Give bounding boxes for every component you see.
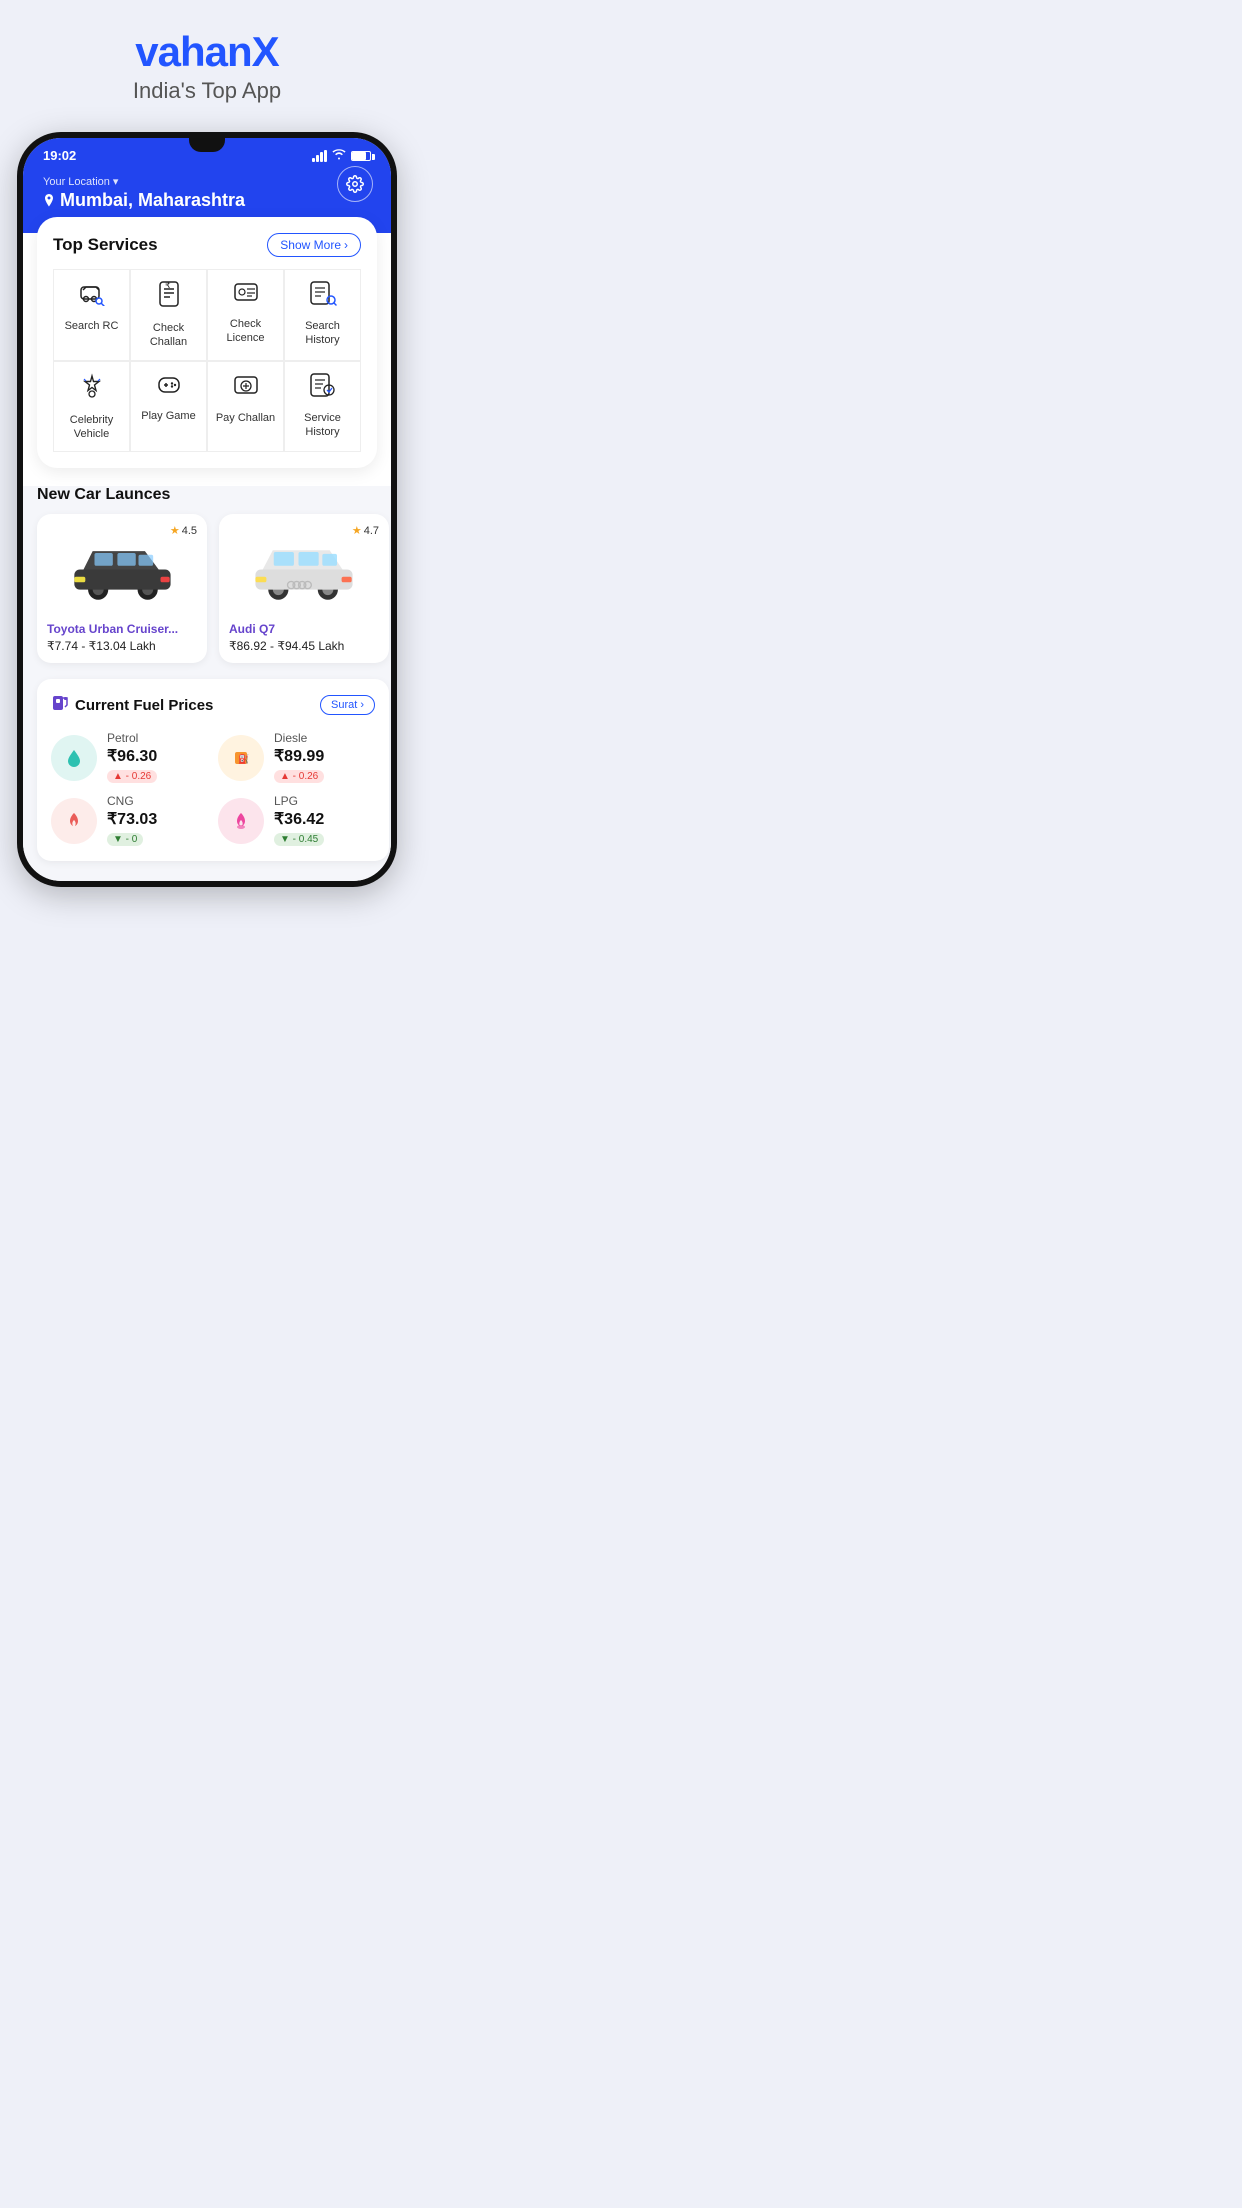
svg-text:₹: ₹	[165, 280, 171, 290]
service-label: Check Licence	[212, 317, 279, 346]
app-title: vahanX	[133, 28, 281, 76]
fuel-name: Petrol	[107, 731, 208, 745]
fuel-item-diesel: ⛽ Diesle ₹89.99 ▲ - 0.26	[218, 731, 375, 784]
fuel-price: ₹89.99	[274, 746, 375, 766]
fuel-price: ₹96.30	[107, 746, 208, 766]
celebrity-icon	[78, 372, 106, 407]
cars-grid: ★ 4.5	[37, 514, 389, 663]
service-item-play-game[interactable]: Play Game	[130, 361, 207, 453]
fuel-location-button[interactable]: Surat ›	[320, 695, 375, 715]
gear-button[interactable]	[337, 166, 373, 202]
signal-icon	[312, 150, 327, 162]
svg-text:⛽: ⛽	[238, 753, 249, 764]
fuel-name: Diesle	[274, 731, 375, 745]
main-content: New Car Launces ★ 4.5	[23, 486, 391, 881]
service-label: Celebrity Vehicle	[58, 413, 125, 442]
services-card: Top Services Show More › Search RC ₹ Che…	[37, 217, 377, 468]
cng-icon	[51, 798, 97, 844]
car-rating: ★ 4.5	[170, 524, 197, 537]
fuel-pump-icon	[51, 693, 69, 717]
star-icon: ★	[352, 524, 362, 537]
new-cars-title: New Car Launces	[37, 486, 389, 504]
diesel-icon: ⛽	[218, 735, 264, 781]
fuel-info-cng: CNG ₹73.03 ▼ - 0	[107, 794, 208, 847]
phone-screen: 19:02 Your Location ▾	[23, 138, 391, 881]
battery-icon	[351, 151, 371, 161]
car-rating: ★ 4.7	[352, 524, 379, 537]
app-subtitle: India's Top App	[133, 78, 281, 104]
fuel-price: ₹36.42	[274, 809, 375, 829]
service-label: Play Game	[141, 409, 195, 423]
wifi-icon	[332, 148, 346, 163]
pay-icon	[233, 372, 259, 405]
lpg-icon	[218, 798, 264, 844]
fuel-info-petrol: Petrol ₹96.30 ▲ - 0.26	[107, 731, 208, 784]
car-image	[67, 534, 177, 604]
fuel-grid: Petrol ₹96.30 ▲ - 0.26 ⛽ Diesle ₹89.99 ▲…	[51, 731, 375, 847]
status-time: 19:02	[43, 148, 76, 163]
car-image	[249, 534, 359, 604]
car-search-icon	[78, 280, 106, 313]
licence-icon	[233, 280, 259, 311]
search-history-icon	[309, 280, 337, 313]
fuel-item-cng: CNG ₹73.03 ▼ - 0	[51, 794, 208, 847]
services-title: Top Services	[53, 235, 158, 255]
fuel-item-lpg: LPG ₹36.42 ▼ - 0.45	[218, 794, 375, 847]
services-grid: Search RC ₹ Check Challan Check Licence …	[53, 269, 361, 452]
fuel-header: Current Fuel Prices Surat ›	[51, 693, 375, 717]
status-icons	[312, 148, 371, 163]
fuel-section: Current Fuel Prices Surat › Petrol ₹96.3…	[37, 679, 389, 861]
service-item-search-rc[interactable]: Search RC	[53, 269, 130, 361]
fuel-change: ▲ - 0.26	[274, 770, 324, 783]
car-price: ₹7.74 - ₹13.04 Lakh	[47, 639, 197, 653]
game-icon	[155, 372, 183, 403]
app-brand: vahanX India's Top App	[133, 0, 281, 114]
show-more-button[interactable]: Show More ›	[267, 233, 361, 257]
service-item-check-licence[interactable]: Check Licence	[207, 269, 284, 361]
petrol-icon	[51, 735, 97, 781]
car-card[interactable]: ★ 4.7	[219, 514, 389, 663]
fuel-name: LPG	[274, 794, 375, 808]
brand-name-blue: X	[252, 28, 279, 75]
car-card[interactable]: ★ 4.5	[37, 514, 207, 663]
service-label: Check Challan	[135, 321, 202, 350]
challan-icon: ₹	[157, 280, 181, 315]
location-city: Mumbai, Maharashtra	[43, 190, 371, 211]
service-label: Pay Challan	[216, 411, 275, 425]
services-header: Top Services Show More ›	[53, 233, 361, 257]
service-item-celebrity-vehicle[interactable]: Celebrity Vehicle	[53, 361, 130, 453]
fuel-change: ▼ - 0.45	[274, 833, 324, 846]
star-icon: ★	[170, 524, 180, 537]
fuel-info-lpg: LPG ₹36.42 ▼ - 0.45	[274, 794, 375, 847]
car-image-area: ★ 4.5	[47, 524, 197, 614]
service-label: Search History	[289, 319, 356, 348]
service-item-pay-challan[interactable]: Pay Challan	[207, 361, 284, 453]
service-icon	[309, 372, 337, 405]
fuel-title: Current Fuel Prices	[51, 693, 213, 717]
brand-name-black: vahan	[135, 28, 251, 75]
car-image-area: ★ 4.7	[229, 524, 379, 614]
fuel-name: CNG	[107, 794, 208, 808]
fuel-info-diesel: Diesle ₹89.99 ▲ - 0.26	[274, 731, 375, 784]
car-price: ₹86.92 - ₹94.45 Lakh	[229, 639, 379, 653]
service-item-service-history[interactable]: Service History	[284, 361, 361, 453]
car-name: Toyota Urban Cruiser...	[47, 622, 197, 636]
service-label: Service History	[289, 411, 356, 440]
service-label: Search RC	[65, 319, 119, 333]
location-label: Your Location ▾	[43, 175, 371, 188]
notch	[189, 138, 225, 152]
car-name: Audi Q7	[229, 622, 379, 636]
service-item-search-history[interactable]: Search History	[284, 269, 361, 361]
fuel-change: ▼ - 0	[107, 833, 143, 846]
fuel-change: ▲ - 0.26	[107, 770, 157, 783]
phone-frame: 19:02 Your Location ▾	[17, 132, 397, 887]
fuel-price: ₹73.03	[107, 809, 208, 829]
service-item-check-challan[interactable]: ₹ Check Challan	[130, 269, 207, 361]
fuel-item-petrol: Petrol ₹96.30 ▲ - 0.26	[51, 731, 208, 784]
